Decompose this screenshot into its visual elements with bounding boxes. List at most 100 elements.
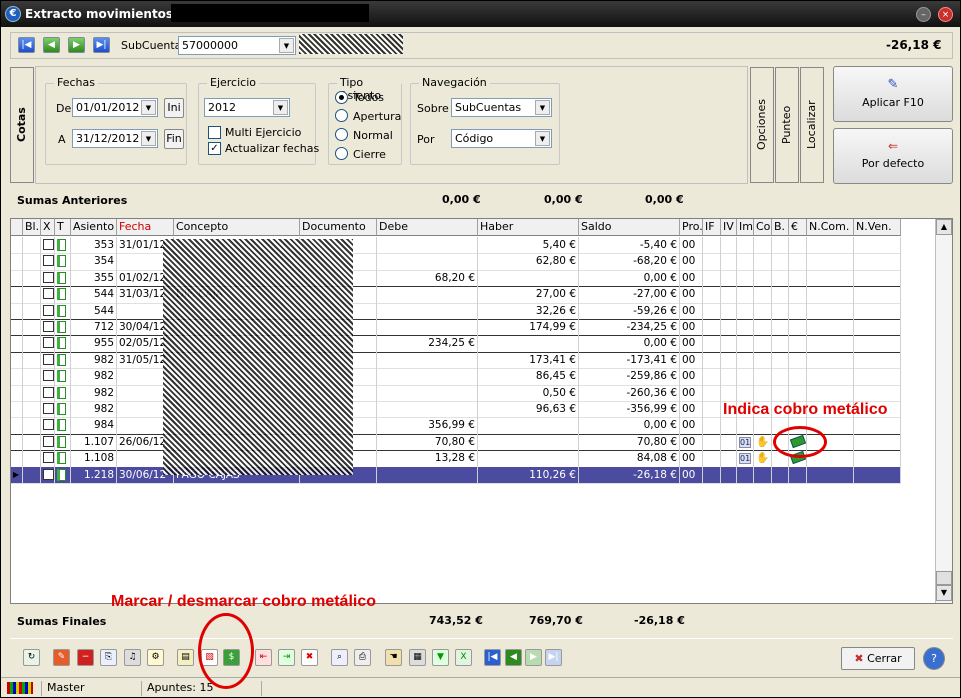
sobre-select[interactable]: SubCuentas ▼ [451,98,552,117]
tab-cotas[interactable]: Cotas [10,67,34,183]
first-record-button[interactable]: |◀ [18,37,35,53]
first-page-icon[interactable]: |◀ [484,649,501,666]
column-header-haber[interactable]: Haber [478,219,579,236]
cerrar-button[interactable]: ✖ Cerrar [841,647,915,670]
fecha-desde-input[interactable]: 01/01/2012 ▼ [72,98,158,117]
column-header-n-com-[interactable]: N.Com. [807,219,854,236]
column-header-t[interactable]: T [55,219,71,236]
last-record-button[interactable]: ▶| [93,37,110,53]
column-header-b-[interactable]: B. [772,219,789,236]
copy-icon[interactable]: ⎘ [100,649,117,666]
sumas-anteriores-haber: 0,00 € [544,193,583,206]
chevron-down-icon[interactable]: ▼ [273,100,288,115]
help-icon[interactable]: ? [923,647,945,670]
tab-localizar[interactable]: Localizar [800,67,824,183]
row-checkbox[interactable] [43,288,54,300]
column-header--[interactable]: € [789,219,807,236]
column-header-if[interactable]: IF [703,219,721,236]
row-checkbox[interactable] [43,353,54,365]
radio-normal[interactable] [335,128,348,141]
filter-icon[interactable]: ▼ [432,649,449,666]
cancel-icon[interactable]: ✖ [301,649,318,666]
refresh-icon[interactable]: ↻ [23,649,40,666]
row-checkbox[interactable] [43,419,54,431]
hand-icon[interactable]: ☚ [385,649,402,666]
export-icon[interactable]: ⇤ [255,649,272,666]
scroll-thumb[interactable] [936,571,952,585]
column-header-asiento[interactable]: Asiento [71,219,117,236]
row-checkbox[interactable] [43,370,54,382]
column-header-im[interactable]: Im [737,219,754,236]
delete-icon[interactable]: − [77,649,94,666]
column-header-bl-[interactable]: Bl. [23,219,41,236]
next-record-button[interactable]: ▶ [68,37,85,53]
search-icon[interactable]: ⌕ [331,649,348,666]
scroll-up-arrow[interactable]: ▲ [936,219,952,235]
chevron-down-icon[interactable]: ▼ [535,131,550,146]
print-icon[interactable]: ⎙ [354,649,371,666]
documents-icon[interactable]: ▤ [177,649,194,666]
fecha-hasta-input[interactable]: 31/12/2012 ▼ [72,129,158,148]
row-checkbox[interactable] [43,386,54,398]
bell-icon[interactable]: ♫ [124,649,141,666]
multi-ejercicio-checkbox[interactable] [208,126,221,139]
header-balance: -26,18 € [886,38,942,52]
column-header-co[interactable]: Co [754,219,772,236]
row-checkbox[interactable] [43,321,54,332]
tab-punteo[interactable]: Punteo [775,67,799,183]
column-header-pro-[interactable]: Pro. [680,219,703,236]
cell-pro: 00 [680,433,703,451]
column-header-n-ven-[interactable]: N.Ven. [854,219,901,236]
fin-button[interactable]: Fin [164,129,184,149]
edit-icon[interactable]: ✎ [53,649,70,666]
close-button[interactable]: × [938,7,953,22]
last-page-icon[interactable]: ▶| [545,649,562,666]
column-header-documento[interactable]: Documento [300,219,377,236]
column-header-iv[interactable]: IV [721,219,737,236]
row-checkbox[interactable] [43,468,54,480]
row-checkbox[interactable] [43,271,54,283]
minimize-button[interactable]: – [916,7,931,22]
row-checkbox[interactable] [43,337,54,349]
chevron-down-icon[interactable]: ▼ [141,131,156,146]
chevron-down-icon[interactable]: ▼ [141,100,156,115]
radio-apertura[interactable] [335,109,348,122]
row-checkbox[interactable] [43,239,54,250]
column-header-debe[interactable]: Debe [377,219,478,236]
prev-page-icon[interactable]: ◀ [505,649,522,666]
cell-flag [721,286,737,304]
chevron-down-icon[interactable]: ▼ [279,38,294,53]
column-header-x[interactable]: X [41,219,55,236]
actualizar-fechas-checkbox[interactable]: ✓ [208,142,221,155]
column-header-fecha[interactable]: Fecha [117,219,174,236]
row-checkbox[interactable] [43,435,54,447]
document-icon [57,337,66,350]
settings-icon[interactable]: ⚙ [147,649,164,666]
row-checkbox[interactable] [43,403,54,414]
row-checkbox[interactable] [43,452,54,464]
por-defecto-button[interactable]: ⇐ Por defecto [833,128,953,184]
cell-debe: 70,80 € [377,433,478,451]
ejercicio-select[interactable]: 2012 ▼ [204,98,290,117]
por-select[interactable]: Código ▼ [451,129,552,148]
aplicar-button[interactable]: ✎ Aplicar F10 [833,66,953,122]
row-checkbox[interactable] [43,255,54,267]
radio-todos[interactable] [335,91,348,104]
radio-cierre[interactable] [335,147,348,160]
sumas-finales-saldo: -26,18 € [634,614,685,627]
column-header-concepto[interactable]: Concepto [174,219,300,236]
tab-opciones[interactable]: Opciones [750,67,774,183]
ini-button[interactable]: Ini [164,98,184,118]
prev-record-button[interactable]: ◀ [43,37,60,53]
scroll-down-arrow[interactable]: ▼ [936,585,952,601]
calculator-icon[interactable]: ▦ [409,649,426,666]
import-icon[interactable]: ⇥ [278,649,295,666]
column-header-saldo[interactable]: Saldo [579,219,680,236]
excel-icon[interactable]: X [455,649,472,666]
row-checkbox[interactable] [43,304,54,316]
next-page-icon[interactable]: ▶ [525,649,542,666]
chevron-down-icon[interactable]: ▼ [535,100,550,115]
subcuenta-input[interactable]: 57000000 ▼ [178,36,296,55]
vertical-scrollbar[interactable]: ▲ ▼ [935,219,952,603]
row-indicator [11,450,23,468]
